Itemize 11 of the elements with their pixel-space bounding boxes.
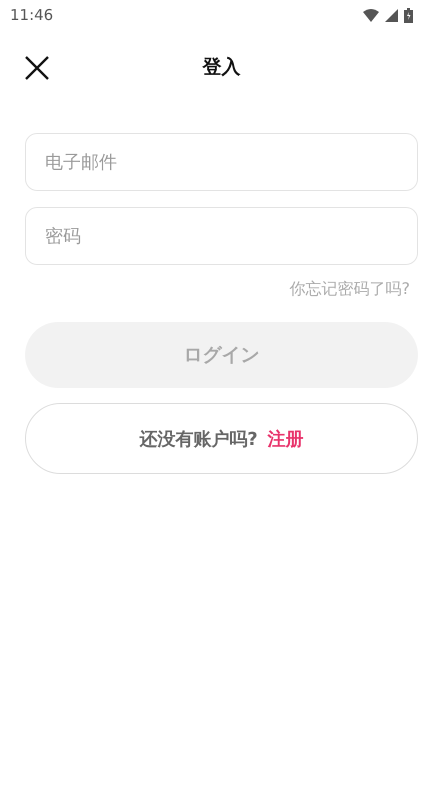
page-title: 登入 [202, 55, 240, 80]
forgot-password-link[interactable]: 你忘记密码了吗? [290, 279, 410, 300]
register-link[interactable]: 注册 [268, 426, 304, 450]
signal-icon [385, 8, 398, 22]
battery-icon [404, 8, 413, 22]
close-icon [24, 55, 50, 81]
signup-button[interactable]: 还没有账户吗? 注册 [25, 403, 418, 474]
email-field[interactable]: 电子邮件 [25, 133, 418, 191]
wifi-icon [363, 8, 379, 22]
status-time: 11:46 [10, 6, 54, 24]
password-field[interactable]: 密码 [25, 207, 418, 265]
